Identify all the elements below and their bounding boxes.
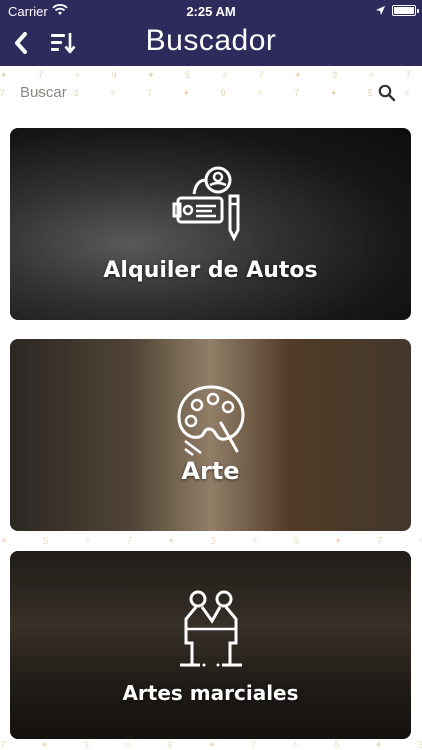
clock: 2:25 AM xyxy=(186,4,236,19)
search-bar: ✦ 7 ✧ 9 ✦ 5 ✧ 7 ✦ 3 ✧ 7 ✦ 9 ✧ 5 ✦ 7 ✧ 7 … xyxy=(0,66,422,120)
nav-bar: Buscador xyxy=(0,22,422,66)
search-icon[interactable] xyxy=(378,84,396,102)
category-label: Arte xyxy=(181,457,240,485)
background-pattern: ✦ 5 ✧ 7 ✦ 3 ✧ 9 ✦ 7 ✧ 5 ✦ 3 ✧ 7 ✦ 9 ✧ 5 … xyxy=(0,536,422,547)
location-arrow-icon xyxy=(375,5,386,16)
car-rental-icon xyxy=(172,166,239,242)
category-card-alquiler-de-autos[interactable]: Alquiler de Autos xyxy=(10,128,411,320)
martial-arts-icon xyxy=(179,590,242,667)
art-palette-icon xyxy=(176,385,245,456)
background-pattern: 7 ✦ 3 ✧ 9 ✦ 7 ✧ 5 ✦ 3 ✧ 7 ✦ 9 ✧ 5 ✦ 7 ✧ … xyxy=(0,740,422,750)
category-label: Alquiler de Autos xyxy=(103,258,318,283)
battery-icon xyxy=(392,5,419,16)
status-bar: Carrier 2:25 AM xyxy=(0,0,422,22)
category-card-arte[interactable]: Arte xyxy=(10,339,411,531)
page-title: Buscador xyxy=(145,24,277,57)
search-input[interactable] xyxy=(20,80,360,104)
category-card-artes-marciales[interactable]: Artes marciales xyxy=(10,551,411,739)
category-label: Artes marciales xyxy=(122,681,299,705)
top-bar: Carrier 2:25 AM Buscador xyxy=(0,0,422,66)
